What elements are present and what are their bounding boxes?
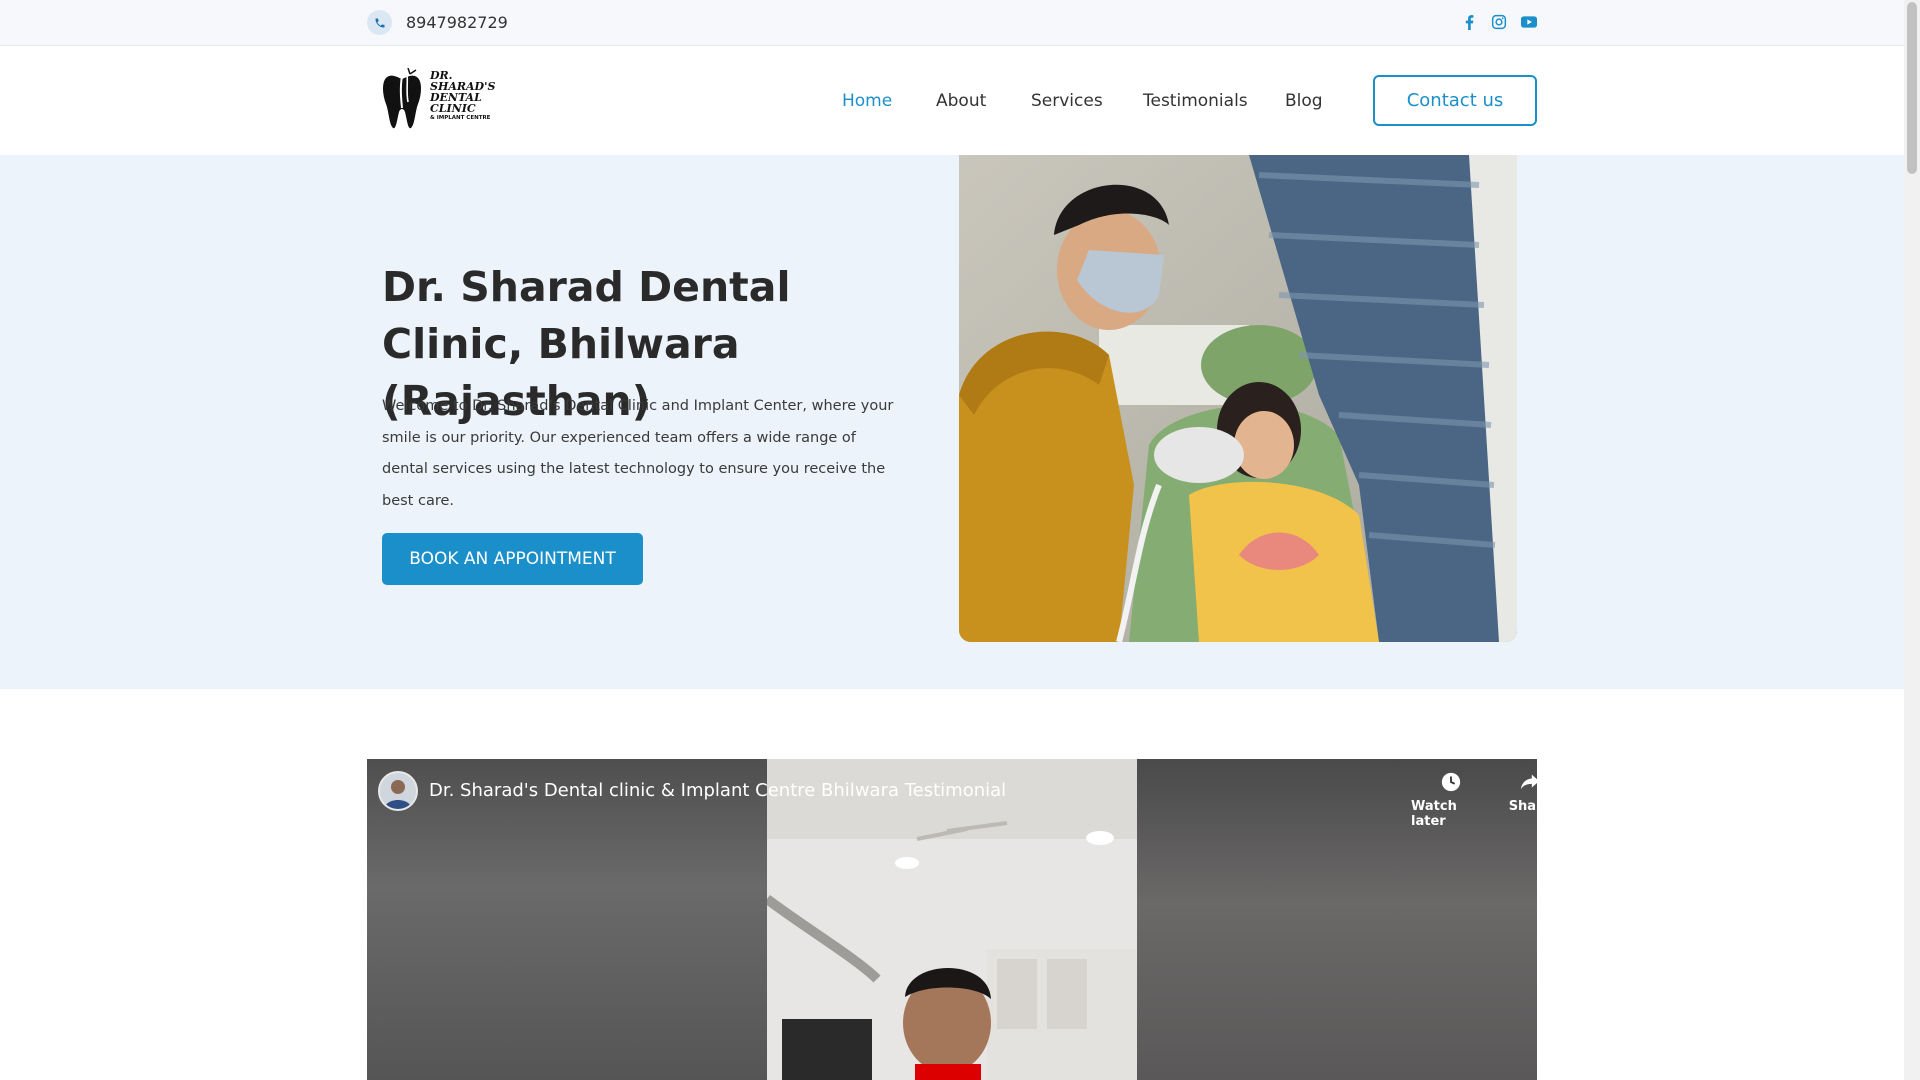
hero-description: Welcome to Dr. Sharad’s Dental Clinic an… (382, 398, 894, 509)
nav-services[interactable]: Services (1031, 91, 1103, 111)
youtube-icon[interactable] (1520, 13, 1538, 31)
nav-home[interactable]: Home (842, 91, 892, 111)
phone-number[interactable]: 8947982729 (406, 13, 508, 32)
testimonial-video[interactable]: Dr. Sharad's Dental clinic & Implant Cen… (367, 759, 1537, 1080)
logo-text-line: & IMPLANT CENTRE (430, 115, 491, 121)
share-button[interactable]: Share (1490, 771, 1537, 814)
watch-later-label: Watch later (1411, 799, 1457, 829)
hero-photo (959, 155, 1517, 642)
book-appointment-button[interactable]: BOOK AN APPOINTMENT (382, 533, 643, 585)
channel-avatar[interactable] (378, 771, 418, 811)
facebook-icon[interactable] (1460, 13, 1478, 31)
video-frame (764, 759, 1137, 1080)
nav-about[interactable]: About (936, 91, 986, 111)
hero-section: Dr. Sharad Dental Clinic, Bhilwara (Raja… (0, 155, 1904, 689)
video-blur-left (367, 759, 767, 1080)
contact-us-button[interactable]: Contact us (1373, 75, 1537, 126)
share-label: Share (1508, 799, 1537, 814)
clinic-logo[interactable]: DR. SHARAD'S DENTAL CLINIC & IMPLANT CEN… (380, 67, 510, 132)
phone-icon (367, 10, 392, 35)
share-icon (1520, 774, 1537, 790)
nav-blog[interactable]: Blog (1285, 91, 1323, 111)
scrollbar-thumb[interactable] (1907, 2, 1917, 174)
video-title[interactable]: Dr. Sharad's Dental clinic & Implant Cen… (429, 780, 1006, 801)
watch-later-button[interactable]: Watch later (1411, 771, 1491, 829)
nav-testimonials[interactable]: Testimonials (1143, 91, 1248, 111)
page-scrollbar[interactable] (1904, 0, 1920, 1080)
top-bar: 8947982729 (0, 0, 1904, 46)
main-navigation: DR. SHARAD'S DENTAL CLINIC & IMPLANT CEN… (0, 46, 1904, 155)
clock-icon (1441, 772, 1461, 792)
instagram-icon[interactable] (1490, 13, 1508, 31)
logo-text-line: CLINIC (430, 102, 476, 115)
